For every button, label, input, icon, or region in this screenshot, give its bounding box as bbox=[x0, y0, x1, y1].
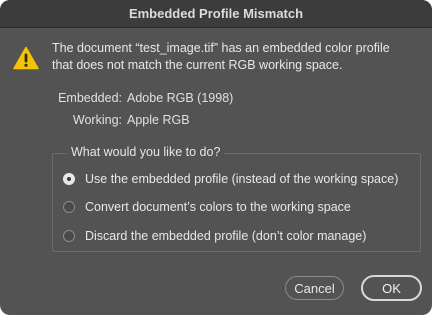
mismatch-message: The document “test_image.tif” has an emb… bbox=[52, 40, 422, 74]
warning-triangle-icon bbox=[13, 46, 39, 70]
embedded-profile-row: Embedded: Adobe RGB (1998) bbox=[52, 91, 432, 109]
option-discard[interactable]: Discard the embedded profile (don’t colo… bbox=[63, 227, 366, 245]
working-value: Apple RGB bbox=[127, 113, 190, 127]
option-convert-label[interactable]: Convert document’s colors to the working… bbox=[85, 200, 351, 214]
option-use-embedded-label[interactable]: Use the embedded profile (instead of the… bbox=[85, 172, 398, 186]
profile-mismatch-dialog: Embedded Profile Mismatch The document “… bbox=[0, 0, 432, 315]
radio-use-embedded[interactable] bbox=[63, 173, 75, 185]
message-line-2: that does not match the current RGB work… bbox=[52, 58, 343, 72]
title-bar[interactable]: Embedded Profile Mismatch bbox=[0, 0, 432, 28]
working-space-row: Working: Apple RGB bbox=[52, 113, 432, 131]
message-line-1: The document “test_image.tif” has an emb… bbox=[52, 41, 390, 55]
radio-discard[interactable] bbox=[63, 230, 75, 242]
options-legend: What would you like to do? bbox=[67, 145, 225, 159]
option-convert[interactable]: Convert document’s colors to the working… bbox=[63, 198, 351, 216]
action-options-group: What would you like to do? Use the embed… bbox=[52, 145, 421, 252]
cancel-button[interactable]: Cancel bbox=[285, 276, 344, 300]
dialog-title: Embedded Profile Mismatch bbox=[128, 6, 304, 21]
radio-convert[interactable] bbox=[63, 201, 75, 213]
embedded-label: Embedded: bbox=[58, 91, 122, 105]
option-use-embedded[interactable]: Use the embedded profile (instead of the… bbox=[63, 170, 398, 188]
working-label: Working: bbox=[72, 113, 122, 127]
option-discard-label[interactable]: Discard the embedded profile (don’t colo… bbox=[85, 229, 366, 243]
embedded-value: Adobe RGB (1998) bbox=[127, 91, 234, 105]
ok-button[interactable]: OK bbox=[361, 275, 422, 301]
